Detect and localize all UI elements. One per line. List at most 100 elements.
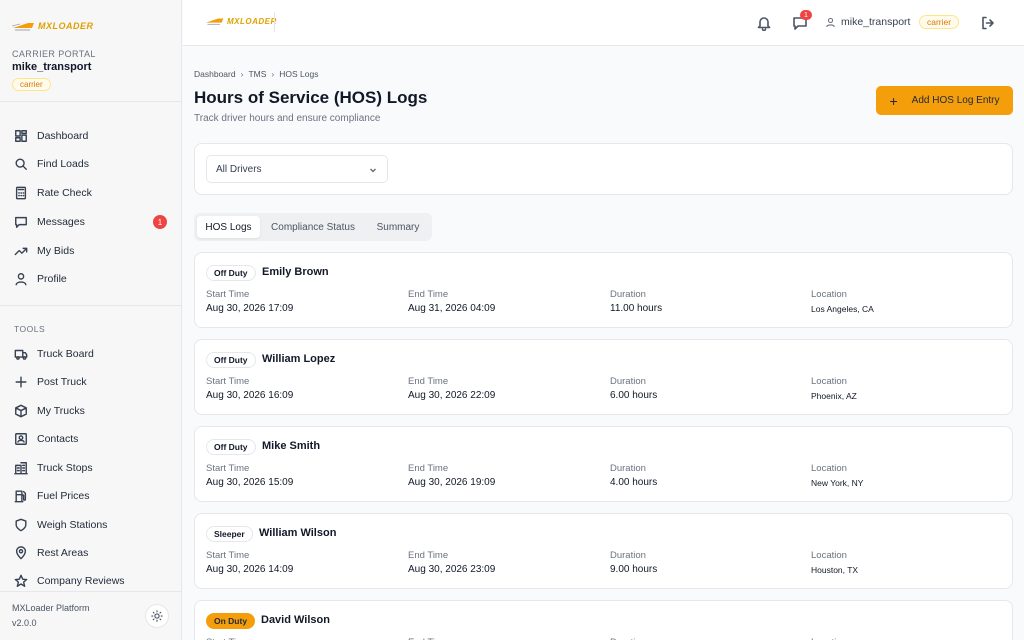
sidebar-divider [0,101,182,102]
duration-value: 11.00 hours [610,303,663,314]
breadcrumb: Dashboard › TMS › HOS Logs [194,69,318,79]
sidebar-item-label: Post Truck [37,376,87,388]
star-icon [14,574,28,587]
tools-section-label: TOOLS [14,324,46,334]
page-subtitle: Track driver hours and ensure compliance [194,113,381,124]
building-icon [14,462,28,475]
sidebar-item-rest-areas[interactable]: Rest Areas [14,542,174,564]
logout-icon [982,16,994,30]
driver-filter-select[interactable]: All Drivers [206,155,388,183]
sidebar-divider [0,305,182,306]
sidebar-item-label: Truck Stops [37,462,93,474]
driver-name: William Wilson [259,527,337,539]
end-time-value: Aug 30, 2026 22:09 [408,390,496,401]
map-pin-icon [15,546,27,560]
plus-icon [15,376,27,388]
header-logo[interactable]: MXLOADER [205,16,277,26]
sidebar-item-truck-stops[interactable]: Truck Stops [14,457,174,479]
start-time-label: Start Time [206,550,250,561]
sidebar-item-dashboard[interactable]: Dashboard [14,125,174,147]
sidebar-item-company-reviews[interactable]: Company Reviews [14,570,174,592]
dashboard-icon [15,130,27,142]
sidebar-item-label: Profile [37,273,67,285]
contact-icon [15,433,27,445]
truck-icon [14,349,28,360]
sidebar-item-label: My Bids [37,245,75,257]
breadcrumb-item[interactable]: Dashboard [194,69,236,79]
end-time-value: Aug 30, 2026 19:09 [408,477,496,488]
header-role-badge: carrier [919,15,960,29]
portal-username: mike_transport [12,61,92,73]
start-time-label: Start Time [206,289,250,300]
hos-log-card[interactable]: Off Duty Emily Brown Start Time Aug 30, … [194,252,1013,328]
logout-button[interactable] [980,15,996,31]
sun-icon [151,610,163,622]
start-time-value: Aug 30, 2026 17:09 [206,303,294,314]
user-icon [15,273,27,286]
logo-text: MXLOADER [227,16,277,26]
duty-status-badge: Off Duty [206,352,256,368]
sidebar-item-fuel-prices[interactable]: Fuel Prices [14,485,174,507]
theme-toggle-button[interactable] [145,604,169,628]
location-label: Location [811,289,847,300]
fuel-icon [14,490,27,503]
truck-logo-icon [205,18,224,25]
hos-log-card[interactable]: On Duty David Wilson Start Time End Time… [194,600,1013,640]
start-time-label: Start Time [206,376,250,387]
sidebar-item-label: Company Reviews [37,575,125,587]
start-time-value: Aug 30, 2026 14:09 [206,564,294,575]
sidebar-item-label: Weigh Stations [37,519,108,531]
messages-count-badge: 1 [800,10,812,20]
calculator-icon [15,186,27,200]
tab-compliance-status[interactable]: Compliance Status [262,216,364,238]
duration-label: Duration [610,376,646,387]
tab-hos-logs[interactable]: HOS Logs [197,216,260,238]
location-value: Houston, TX [811,565,859,575]
user-icon [826,17,835,27]
hos-log-card[interactable]: Sleeper William Wilson Start Time Aug 30… [194,513,1013,589]
add-hos-log-button[interactable]: + Add HOS Log Entry [876,86,1013,115]
tab-bar: HOS Logs Compliance Status Summary [194,213,432,241]
location-value: Phoenix, AZ [811,391,857,401]
location-label: Location [811,550,847,561]
hos-log-card[interactable]: Off Duty Mike Smith Start Time Aug 30, 2… [194,426,1013,502]
hos-log-card[interactable]: Off Duty William Lopez Start Time Aug 30… [194,339,1013,415]
breadcrumb-item[interactable]: TMS [248,69,266,79]
driver-name: Mike Smith [262,440,321,452]
tab-summary[interactable]: Summary [366,216,430,238]
sidebar-item-contacts[interactable]: Contacts [14,428,174,450]
top-header: MXLOADER 1 mike_transport carrier [183,0,1024,46]
sidebar-item-profile[interactable]: Profile [14,268,174,290]
filter-card: All Drivers [194,143,1013,195]
add-hos-log-label: Add HOS Log Entry [911,95,1000,106]
sidebar-item-label: Find Loads [37,158,89,170]
end-time-value: Aug 31, 2026 04:09 [408,303,496,314]
bell-icon [757,17,771,32]
sidebar-item-label: Dashboard [37,130,89,142]
trending-up-icon [14,247,28,256]
notifications-button[interactable] [756,15,772,32]
sidebar-item-rate-check[interactable]: Rate Check [14,182,174,204]
sidebar-item-messages[interactable]: Messages 1 [14,211,174,233]
sidebar-item-truck-board[interactable]: Truck Board [14,343,174,365]
driver-name: David Wilson [261,614,330,626]
sidebar-item-post-truck[interactable]: Post Truck [14,371,174,393]
sidebar-item-my-trucks[interactable]: My Trucks [14,400,174,422]
sidebar-divider [0,591,182,592]
sidebar-logo[interactable]: MXLOADER [12,20,94,32]
portal-label: CARRIER PORTAL [12,49,96,59]
platform-version: v2.0.0 [12,618,37,628]
sidebar-item-find-loads[interactable]: Find Loads [14,153,174,175]
header-username: mike_transport [841,16,911,28]
sidebar-item-label: Rest Areas [37,547,89,559]
sidebar-item-weigh-stations[interactable]: Weigh Stations [14,514,174,536]
sidebar-item-label: Fuel Prices [37,490,90,502]
end-time-label: End Time [408,463,449,474]
end-time-label: End Time [408,550,449,561]
sidebar-item-my-bids[interactable]: My Bids [14,240,174,262]
role-badge: carrier [12,78,51,91]
driver-name: Emily Brown [262,266,329,278]
user-menu[interactable]: mike_transport [825,16,910,28]
search-icon [15,158,27,170]
duration-value: 9.00 hours [610,564,658,575]
